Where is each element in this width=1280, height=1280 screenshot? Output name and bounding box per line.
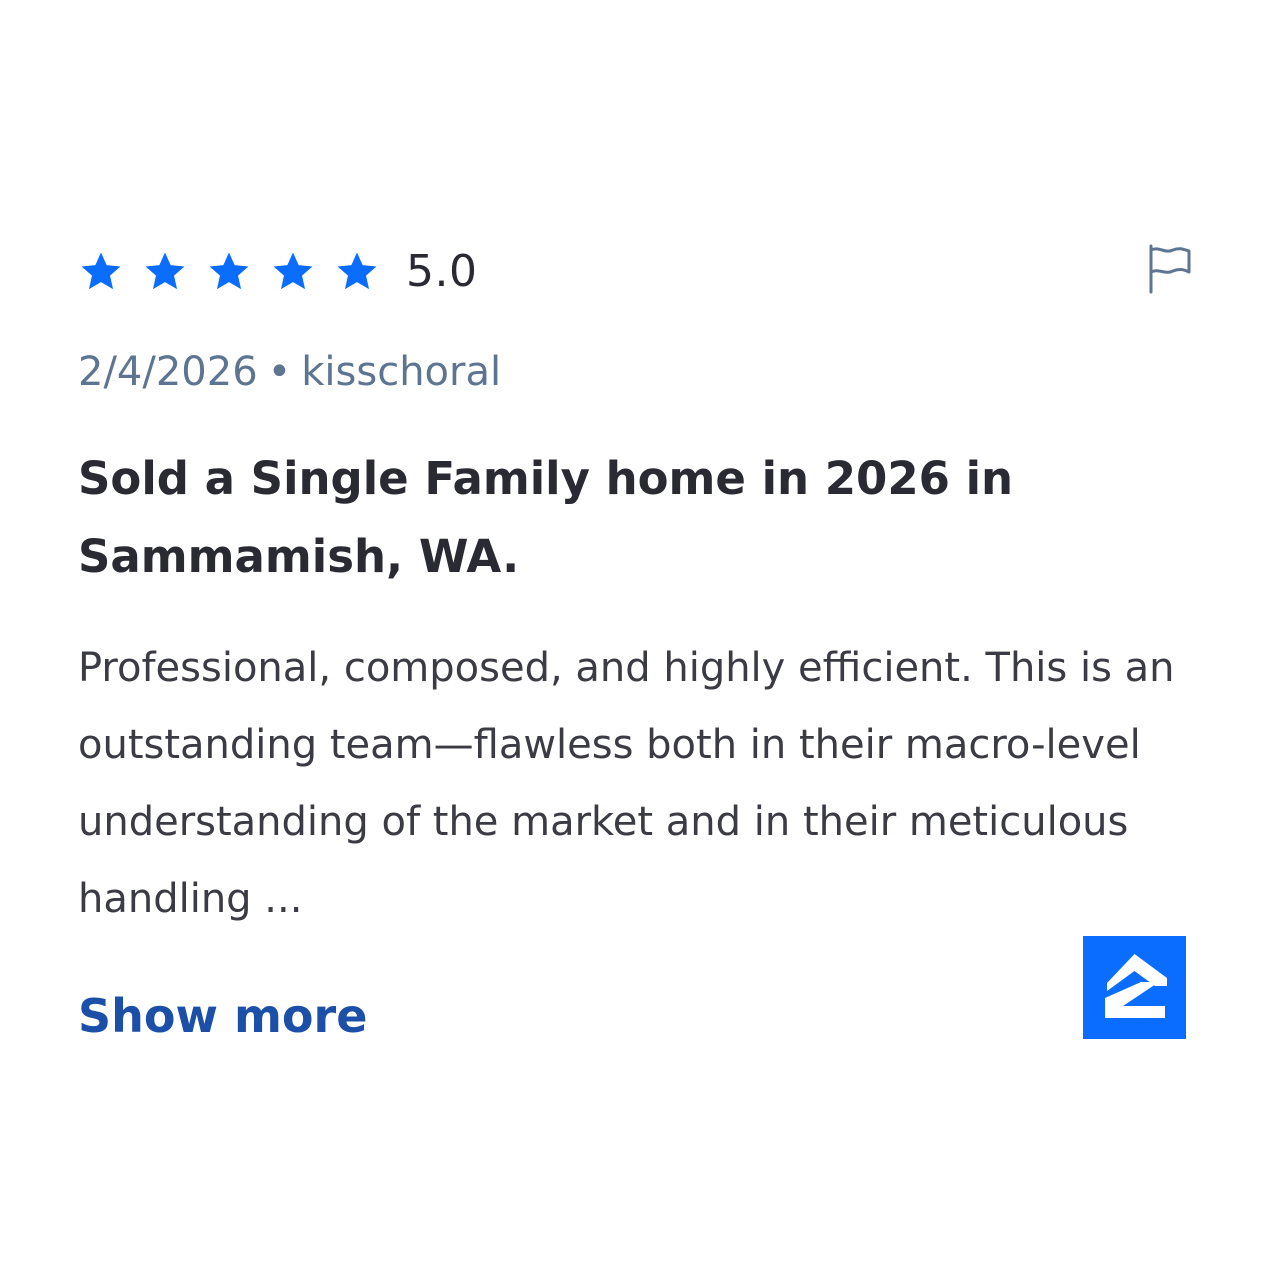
review-card: 5.0 2/4/2026 • kisschoral Sold a Single Fa… xyxy=(0,0,1280,1280)
review-meta: 2/4/2026 • kisschoral xyxy=(78,346,501,398)
flag-icon[interactable] xyxy=(1144,242,1196,296)
star-rating xyxy=(78,249,406,295)
rating-value: 5.0 xyxy=(406,246,478,297)
star-icon xyxy=(81,252,121,290)
rating-row: 5.0 xyxy=(78,240,477,304)
show-more-link[interactable]: Show more xyxy=(78,984,367,1048)
star-icon xyxy=(273,252,313,290)
star-icon xyxy=(337,252,377,290)
star-icon xyxy=(209,252,249,290)
review-body: Professional, composed, and highly effic… xyxy=(78,645,1175,922)
zillow-logo-icon xyxy=(1083,936,1186,1039)
review-date: 2/4/2026 xyxy=(78,349,258,395)
meta-separator: • xyxy=(267,349,292,395)
review-title: Sold a Single Family home in 2026 in Sam… xyxy=(78,452,1014,583)
reviewer-name: kisschoral xyxy=(301,349,502,395)
star-icon xyxy=(145,252,185,290)
